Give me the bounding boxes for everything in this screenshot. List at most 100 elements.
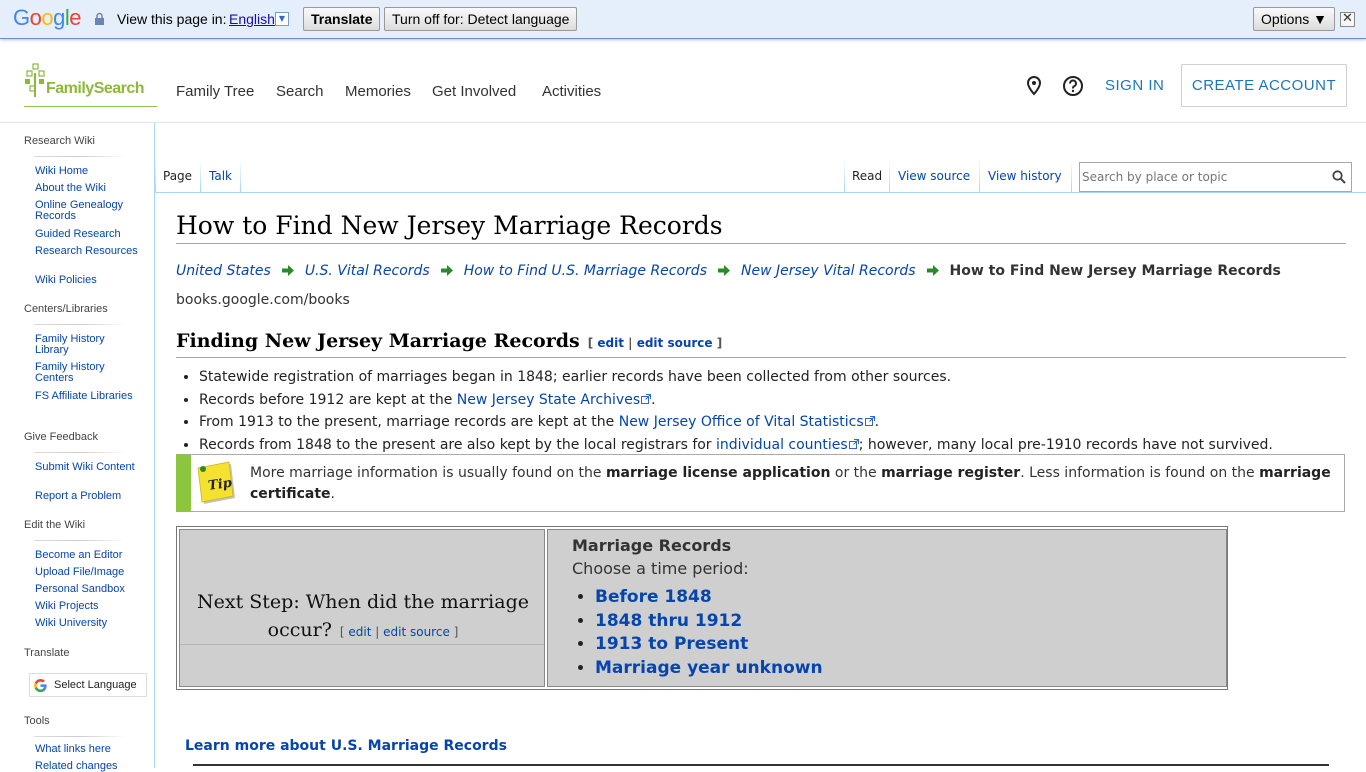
tip-bold-term: marriage register [881, 465, 1021, 481]
sidebar-item-wiki-projects[interactable]: Wiki Projects [35, 601, 140, 612]
sidebar-item-research-resources[interactable]: Research Resources [35, 246, 140, 257]
location-pin-icon[interactable] [1023, 75, 1045, 97]
breadcrumb-item[interactable]: United States [176, 263, 271, 279]
divider [889, 159, 890, 192]
list-item: From 1913 to the present, marriage recor… [199, 411, 1273, 434]
divider [34, 540, 126, 541]
breadcrumb-item[interactable]: How to Find U.S. Marriage Records [464, 263, 707, 279]
edit-source-link[interactable]: edit source [637, 336, 713, 350]
list-item: Records before 1912 are kept at the New … [199, 389, 1273, 412]
logo-text: FamilySearch [46, 80, 145, 97]
select-language-widget[interactable]: Select Language [29, 673, 147, 697]
language-select[interactable]: English [229, 11, 275, 27]
close-icon[interactable]: ✕ [1340, 12, 1355, 27]
nav-family-tree[interactable]: Family Tree [176, 83, 254, 100]
divider [176, 243, 1346, 244]
sidebar-item-what-links-here[interactable]: What links here [35, 744, 140, 755]
sidebar-item-online-genealogy-records[interactable]: Online Genealogy Records [35, 200, 140, 222]
nav-activities[interactable]: Activities [542, 83, 601, 100]
familysearch-logo[interactable]: FamilySearch [24, 63, 157, 107]
sidebar-item-family-history-centers[interactable]: Family History Centers [35, 362, 140, 384]
time-period-list: Before 1848 1848 thru 1912 1913 to Prese… [595, 586, 823, 680]
search-icon[interactable] [1332, 170, 1346, 184]
list-item-text: . [874, 414, 880, 430]
nav-search[interactable]: Search [276, 83, 324, 100]
list-item-text: Records before 1912 are kept at the [199, 391, 457, 408]
nav-memories[interactable]: Memories [345, 83, 411, 100]
breadcrumb-current: How to Find New Jersey Marriage Records [949, 263, 1281, 279]
sidebar-item-family-history-library[interactable]: Family History Library [35, 334, 140, 356]
divider [193, 764, 1329, 766]
options-button[interactable]: Options ▼ [1253, 7, 1335, 31]
sidebar-item-wiki-university[interactable]: Wiki University [35, 618, 140, 629]
wiki-search [1079, 162, 1352, 192]
period-link-unknown[interactable]: Marriage year unknown [595, 658, 823, 678]
page-title: How to Find New Jersey Marriage Records [176, 211, 723, 240]
list-item: Records from 1848 to the present are als… [199, 434, 1273, 457]
nj-vital-statistics-link[interactable]: New Jersey Office of Vital Statistics [619, 414, 864, 430]
sidebar-heading-tools: Tools [24, 715, 50, 727]
tip-note-icon: Tip [197, 461, 235, 504]
divider [34, 736, 126, 737]
sidebar-heading-edit-the-wiki: Edit the Wiki [24, 519, 86, 531]
create-account-button[interactable]: CREATE ACCOUNT [1181, 64, 1347, 107]
select-language-label: Select Language [54, 679, 137, 691]
section-edit-links: [ edit | edit source ] [588, 336, 723, 350]
article-content: How to Find New Jersey Marriage Records … [155, 193, 1366, 768]
nj-state-archives-link[interactable]: New Jersey State Archives [457, 392, 640, 408]
edit-link[interactable]: edit [348, 625, 371, 639]
nav-get-involved[interactable]: Get Involved [432, 83, 516, 100]
help-icon[interactable] [1062, 75, 1084, 97]
arrow-right-icon [926, 265, 939, 276]
list-item: Before 1848 [595, 586, 823, 610]
tab-view-source[interactable]: View source [898, 157, 970, 192]
sidebar-item-related-changes[interactable]: Related changes [35, 761, 140, 772]
tab-read[interactable]: Read [852, 157, 882, 192]
tab-view-history[interactable]: View history [988, 157, 1062, 192]
period-link-1913-present[interactable]: 1913 to Present [595, 634, 748, 654]
site-header: FamilySearch Family Tree Search Memories… [0, 40, 1366, 123]
search-input[interactable] [1082, 166, 1322, 188]
sidebar-item-wiki-home[interactable]: Wiki Home [35, 166, 140, 177]
breadcrumb-item[interactable]: New Jersey Vital Records [741, 263, 916, 279]
sidebar-item-fs-affiliate-libraries[interactable]: FS Affiliate Libraries [35, 391, 140, 402]
chevron-down-icon[interactable]: ▼ [275, 12, 289, 26]
tip-text-part: . [330, 486, 335, 502]
arrow-right-icon [281, 265, 294, 276]
period-link-1848-1912[interactable]: 1848 thru 1912 [595, 611, 742, 631]
marriage-records-cell: Marriage Records Choose a time period: B… [547, 529, 1227, 687]
divider [34, 324, 126, 325]
external-link-icon [848, 438, 859, 449]
individual-counties-link[interactable]: individual counties [716, 437, 848, 453]
edit-link[interactable]: edit [597, 336, 624, 350]
tab-page[interactable]: Page [163, 157, 192, 192]
period-link-before-1848[interactable]: Before 1848 [595, 587, 712, 607]
turn-off-button[interactable]: Turn off for: Detect language [384, 7, 578, 31]
sidebar-item-wiki-policies[interactable]: Wiki Policies [35, 275, 140, 286]
list-item: 1848 thru 1912 [595, 610, 823, 634]
sign-in-link[interactable]: SIGN IN [1105, 77, 1164, 94]
list-item-text: From 1913 to the present, marriage recor… [199, 414, 619, 430]
edit-source-link[interactable]: edit source [383, 625, 450, 639]
sidebar-item-upload-file-image[interactable]: Upload File/Image [35, 567, 140, 578]
sidebar-heading-centers-libraries: Centers/Libraries [24, 303, 108, 315]
divider [34, 156, 126, 157]
arrow-right-icon [440, 265, 453, 276]
external-link-icon [641, 393, 652, 404]
translate-button[interactable]: Translate [303, 7, 381, 31]
sidebar-item-submit-wiki-content[interactable]: Submit Wiki Content [35, 462, 140, 473]
next-step-cell: Next Step: When did the marriage occur?[… [179, 529, 545, 687]
section-heading: Finding New Jersey Marriage Records [ edi… [176, 330, 722, 352]
sidebar-item-guided-research[interactable]: Guided Research [35, 229, 140, 240]
sidebar-heading-translate: Translate [24, 647, 70, 659]
divider [180, 644, 544, 645]
tree-logo-icon [25, 63, 45, 97]
divider [34, 452, 126, 453]
breadcrumb-item[interactable]: U.S. Vital Records [305, 263, 430, 279]
tab-talk[interactable]: Talk [209, 157, 232, 192]
sidebar-item-personal-sandbox[interactable]: Personal Sandbox [35, 584, 140, 595]
sidebar-item-report-a-problem[interactable]: Report a Problem [35, 491, 140, 502]
sidebar-item-about-the-wiki[interactable]: About the Wiki [35, 183, 140, 194]
sidebar-item-become-an-editor[interactable]: Become an Editor [35, 550, 140, 561]
learn-more-link[interactable]: Learn more about U.S. Marriage Records [185, 738, 507, 754]
